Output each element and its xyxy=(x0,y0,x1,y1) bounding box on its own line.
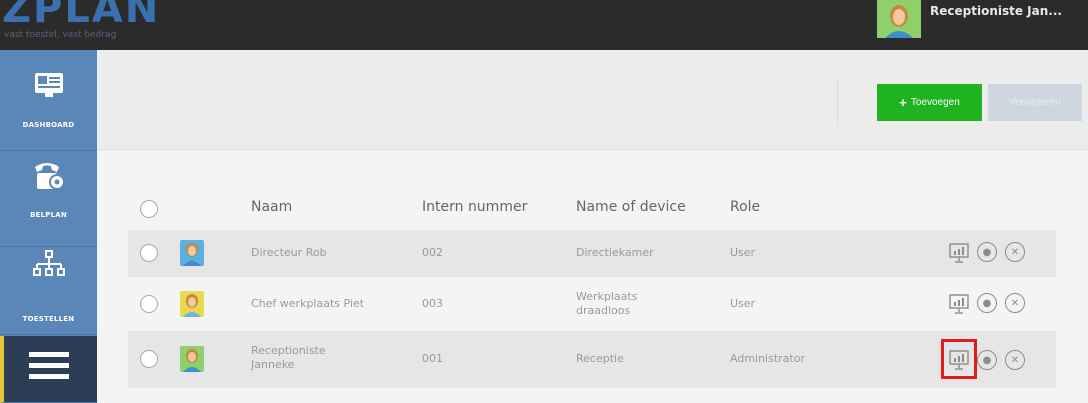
app-tagline: vast toestel, vast bedrag xyxy=(4,30,117,40)
add-button[interactable]: + Toevoegen xyxy=(877,84,982,121)
toolbar-divider xyxy=(837,80,838,125)
cell-intern: 001 xyxy=(422,352,443,365)
add-button-label: Toevoegen xyxy=(910,97,960,108)
toolbar-panel: + Toevoegen Verwijderen xyxy=(97,50,1088,150)
row-select-radio[interactable] xyxy=(140,244,158,262)
cell-intern: 003 xyxy=(422,297,443,310)
cell-intern: 002 xyxy=(422,246,443,259)
sidebar: DASHBOARD BELPLAN TOESTELLEN xyxy=(0,50,97,403)
cell-role: User xyxy=(730,246,756,259)
delete-button-label: Verwijderen xyxy=(1008,97,1062,108)
device-icon[interactable] xyxy=(948,293,970,315)
cell-name: Receptioniste Janneke xyxy=(251,344,326,371)
phone-settings-icon xyxy=(0,157,97,197)
top-bar: ZPLAN vast toestel, vast bedrag Receptio… xyxy=(0,0,1088,50)
sidebar-item-menu[interactable] xyxy=(0,336,97,403)
sidebar-item-toestellen[interactable]: TOESTELLEN xyxy=(0,247,97,335)
close-icon[interactable]: ✕ xyxy=(1005,350,1025,370)
table-header: Naam Intern nummer Name of device Role xyxy=(128,185,1056,230)
highlight-box xyxy=(941,339,977,379)
cell-name: Chef werkplaats Piet xyxy=(251,297,365,310)
sidebar-item-dashboard[interactable]: DASHBOARD xyxy=(0,50,97,151)
cell-device: Werkplaats draadloos xyxy=(576,290,638,317)
close-icon[interactable]: ✕ xyxy=(1005,293,1025,313)
column-header-device[interactable]: Name of device xyxy=(576,199,686,215)
cell-role: Administrator xyxy=(730,352,805,365)
settings-icon[interactable]: ● xyxy=(977,350,997,370)
sidebar-item-belplan[interactable]: BELPLAN xyxy=(0,151,97,247)
row-select-radio[interactable] xyxy=(140,350,158,368)
delete-button[interactable]: Verwijderen xyxy=(988,84,1082,121)
row-select-radio[interactable] xyxy=(140,295,158,313)
cell-name: Directeur Rob xyxy=(251,246,327,259)
network-devices-icon xyxy=(0,249,97,285)
close-icon[interactable]: ✕ xyxy=(1005,242,1025,262)
sidebar-item-label: DASHBOARD xyxy=(22,121,75,129)
table-row[interactable]: Receptioniste Janneke 001 Receptie Admin… xyxy=(128,331,1056,388)
settings-icon[interactable]: ● xyxy=(977,293,997,313)
table-row[interactable]: Chef werkplaats Piet 003 Werkplaats draa… xyxy=(128,281,1056,328)
sidebar-item-label: TOESTELLEN xyxy=(22,315,75,323)
device-icon[interactable] xyxy=(948,242,970,264)
column-header-naam[interactable]: Naam xyxy=(251,199,292,215)
user-avatar[interactable] xyxy=(877,0,921,38)
select-all-radio[interactable] xyxy=(140,200,158,218)
table-row[interactable]: Directeur Rob 002 Directiekamer User ● ✕ xyxy=(128,230,1056,277)
menu-icon xyxy=(0,350,97,386)
dashboard-icon xyxy=(0,72,97,102)
main-content: + Toevoegen Verwijderen Naam Intern numm… xyxy=(97,50,1088,403)
avatar xyxy=(180,346,204,372)
cell-device: Directiekamer xyxy=(576,246,654,259)
user-name[interactable]: Receptioniste Jan... xyxy=(930,4,1062,18)
sidebar-item-label: BELPLAN xyxy=(30,211,67,219)
plus-icon: + xyxy=(899,95,907,110)
settings-icon[interactable]: ● xyxy=(977,242,997,262)
column-header-role[interactable]: Role xyxy=(730,199,760,215)
avatar xyxy=(180,291,204,317)
avatar xyxy=(180,240,204,266)
app-logo[interactable]: ZPLAN xyxy=(2,0,160,32)
cell-role: User xyxy=(730,297,756,310)
column-header-intern[interactable]: Intern nummer xyxy=(422,199,527,215)
cell-device: Receptie xyxy=(576,352,624,365)
